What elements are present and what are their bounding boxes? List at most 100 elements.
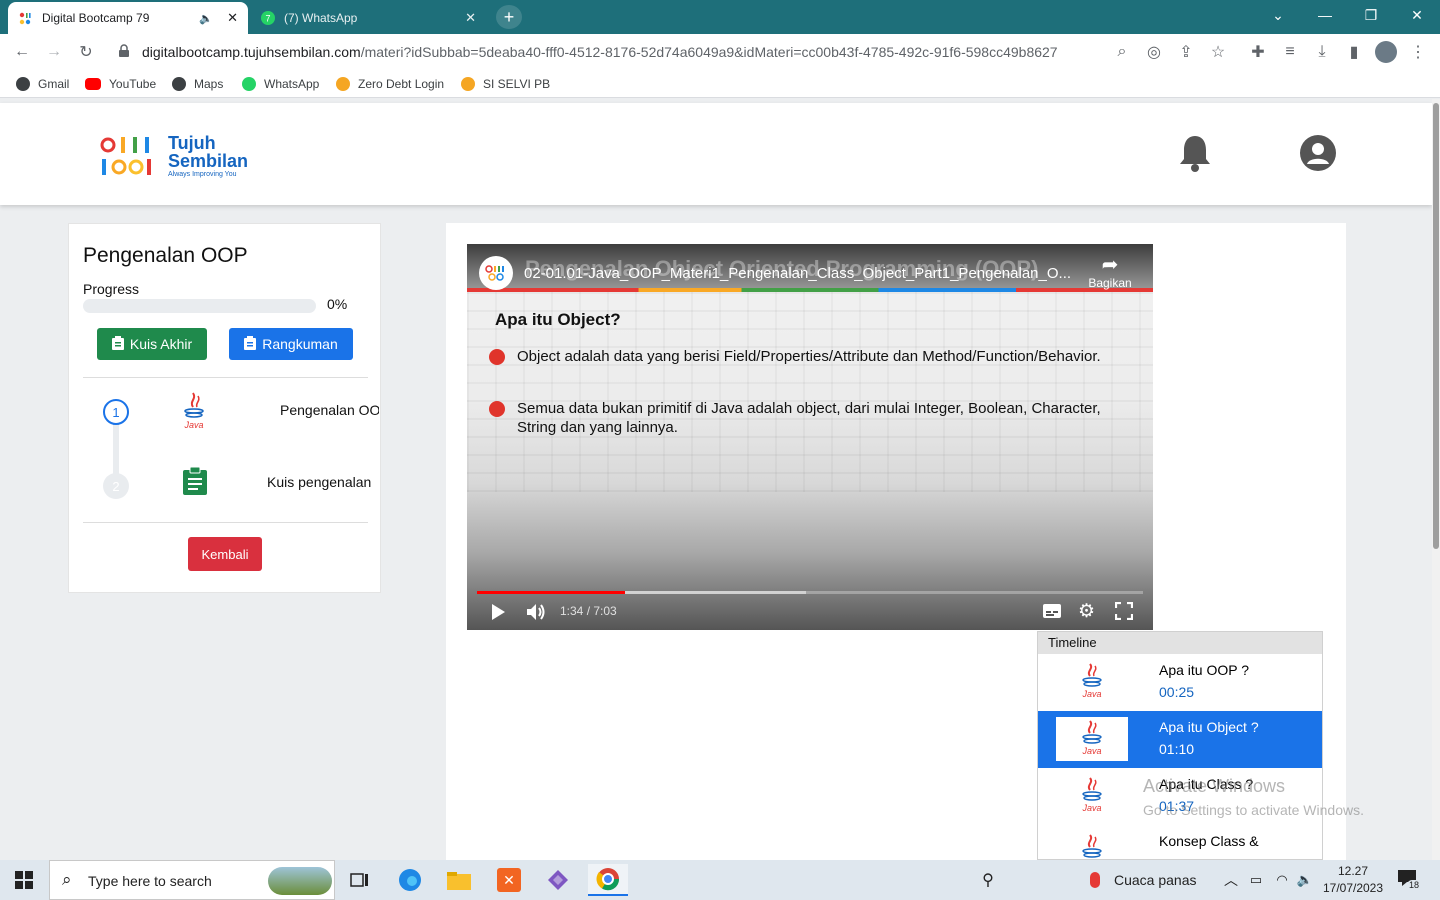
slide-bullet-1: Object adalah data yang berisi Field/Pro…	[517, 348, 1101, 365]
slide-color-stripe	[467, 288, 1153, 292]
restore-button[interactable]: ❐	[1348, 0, 1394, 30]
lock-icon[interactable]	[118, 44, 130, 58]
youtube-icon	[85, 78, 101, 90]
bookmark-gmail[interactable]: Gmail	[16, 76, 69, 92]
download-icon[interactable]: ⤓	[1310, 40, 1334, 64]
new-tab-button[interactable]: +	[496, 5, 522, 29]
side-panel-icon[interactable]: ▮	[1342, 40, 1366, 64]
windows-start-icon[interactable]	[4, 864, 44, 896]
java-icon: Java	[1056, 774, 1128, 818]
share-label: Bagikan	[1088, 276, 1132, 290]
url-host: digitalbootcamp.tujuhsembilan.com	[142, 44, 361, 60]
weather-widget[interactable]: Cuaca panas	[1090, 872, 1197, 888]
clock[interactable]: 12.27 17/07/2023	[1320, 863, 1386, 897]
minimize-button[interactable]: —	[1302, 0, 1348, 30]
task-view-icon[interactable]	[340, 864, 380, 896]
fullscreen-icon[interactable]	[1114, 601, 1134, 625]
bookmark-zero-debt[interactable]: Zero Debt Login	[336, 76, 444, 92]
bookmark-label: Gmail	[38, 77, 70, 91]
step-2-label[interactable]: Kuis pengenalan	[267, 474, 377, 490]
back-arrow-icon[interactable]: ←	[10, 40, 34, 64]
divider	[83, 522, 368, 523]
course-sidebar: Pengenalan OOP Progress 0% Kuis Akhir Ra…	[68, 223, 381, 593]
bookmark-si-selvi[interactable]: SI SELVI PB	[461, 76, 550, 92]
java-icon: Java	[179, 391, 211, 436]
file-explorer-icon[interactable]	[439, 864, 479, 896]
close-tab-icon[interactable]: ✕	[227, 10, 238, 26]
bookmark-youtube[interactable]: YouTube	[85, 76, 156, 92]
channel-avatar[interactable]	[479, 256, 513, 290]
network-icon[interactable]: ◠	[1270, 864, 1294, 896]
activate-windows-watermark: Activate Windows	[1143, 776, 1286, 796]
play-icon[interactable]	[489, 602, 507, 627]
bookmark-whatsapp[interactable]: WhatsApp	[242, 76, 319, 92]
step-1-number[interactable]: 1	[103, 399, 129, 425]
summary-button[interactable]: Rangkuman	[229, 328, 353, 360]
menu-kebab-icon[interactable]: ⋮	[1406, 40, 1430, 64]
chrome-taskbar-icon[interactable]	[588, 864, 628, 896]
tab-digital-bootcamp[interactable]: Digital Bootcamp 79 🔈 ✕	[8, 2, 248, 34]
profile-avatar[interactable]	[1374, 40, 1398, 64]
bookmark-maps[interactable]: Maps	[172, 76, 223, 92]
reload-icon[interactable]: ↻	[74, 40, 98, 64]
windows-taskbar: ⌕ Type here to search ✕ ⚲ Cuaca panas ︿ …	[0, 860, 1440, 900]
java-icon: Java	[1056, 717, 1128, 761]
share-button[interactable]: ➦ Bagikan	[1087, 254, 1133, 290]
progress-bar	[83, 299, 316, 313]
final-quiz-button[interactable]: Kuis Akhir	[97, 328, 207, 360]
visual-studio-icon[interactable]	[538, 864, 578, 896]
timeline-item[interactable]: Java Apa itu OOP ? 00:25	[1038, 654, 1322, 711]
back-button[interactable]: Kembali	[188, 537, 262, 571]
settings-gear-icon[interactable]: ⚙	[1078, 602, 1095, 621]
notifications-icon[interactable]: 18	[1398, 870, 1422, 892]
svg-text:✕: ✕	[503, 872, 515, 888]
url-path: /materi?idSubbab=5deaba40-fff0-4512-8176…	[360, 44, 1058, 60]
tab-title: Digital Bootcamp 79	[42, 11, 150, 25]
people-icon[interactable]: ⚲	[968, 864, 1008, 896]
volume-icon[interactable]	[525, 602, 547, 627]
bookmarks-bar: Gmail YouTube Maps WhatsApp Zero Debt Lo…	[0, 70, 1440, 98]
site-logo[interactable]: Tujuh Sembilan Always Improving You	[100, 131, 250, 179]
zoom-icon[interactable]: ⌕	[1110, 40, 1134, 64]
tab-whatsapp[interactable]: 7 (7) WhatsApp ✕	[250, 2, 486, 34]
notification-bell-icon[interactable]	[1178, 133, 1212, 178]
tab-search-icon[interactable]: ⌄	[1255, 0, 1301, 30]
clipboard-icon	[183, 466, 207, 500]
subtitles-icon[interactable]	[1042, 603, 1062, 624]
taskbar-search-box[interactable]: ⌕ Type here to search	[49, 860, 335, 900]
close-tab-icon[interactable]: ✕	[465, 10, 476, 26]
clipboard-icon	[244, 335, 257, 353]
divider	[83, 377, 368, 378]
java-icon: Java	[1056, 831, 1128, 859]
media-icon[interactable]: ≡	[1278, 40, 1302, 64]
timeline-item-time: 01:10	[1159, 741, 1195, 757]
user-account-icon[interactable]	[1300, 135, 1336, 176]
timeline-header: Timeline	[1038, 632, 1322, 654]
video-player[interactable]: Pengenalan Object Oriented Programming (…	[467, 244, 1153, 630]
forward-arrow-icon[interactable]: →	[42, 40, 66, 64]
scrollbar-thumb[interactable]	[1433, 103, 1439, 549]
bookmark-star-icon[interactable]: ☆	[1206, 40, 1230, 64]
share-icon[interactable]: ⇪	[1174, 40, 1198, 64]
close-window-button[interactable]: ✕	[1394, 0, 1440, 30]
timeline-header-label: Timeline	[1048, 635, 1097, 650]
speaker-icon[interactable]: 🔈	[199, 12, 213, 25]
logo-mark-icon	[485, 265, 504, 281]
video-progress-track[interactable]	[477, 591, 1143, 594]
whatsapp-favicon-icon: 7	[260, 10, 276, 26]
video-title[interactable]: 02-01.01-Java_OOP_Materi1_Pengenalan_Cla…	[524, 265, 1084, 282]
timeline-item-title: Apa itu Object ?	[1159, 719, 1259, 735]
step-2-number[interactable]: 2	[103, 473, 129, 499]
timeline-item-active[interactable]: Java Apa itu Object ? 01:10	[1038, 711, 1322, 768]
address-bar[interactable]: digitalbootcamp.tujuhsembilan.com/materi…	[110, 38, 1240, 66]
volume-tray-icon[interactable]: 🔈	[1293, 864, 1317, 896]
meet-now-icon[interactable]: ▭	[1244, 864, 1268, 896]
logo-mark-icon	[100, 137, 151, 175]
xampp-icon[interactable]: ✕	[489, 864, 529, 896]
timeline-item[interactable]: Java Konsep Class &	[1038, 825, 1322, 859]
extensions-icon[interactable]: ✚	[1246, 40, 1270, 64]
edge-browser-icon[interactable]	[390, 864, 430, 896]
svg-text:7: 7	[265, 14, 270, 24]
eye-slash-icon[interactable]: ◎	[1142, 40, 1166, 64]
step-1-label[interactable]: Pengenalan OOP	[280, 402, 379, 418]
